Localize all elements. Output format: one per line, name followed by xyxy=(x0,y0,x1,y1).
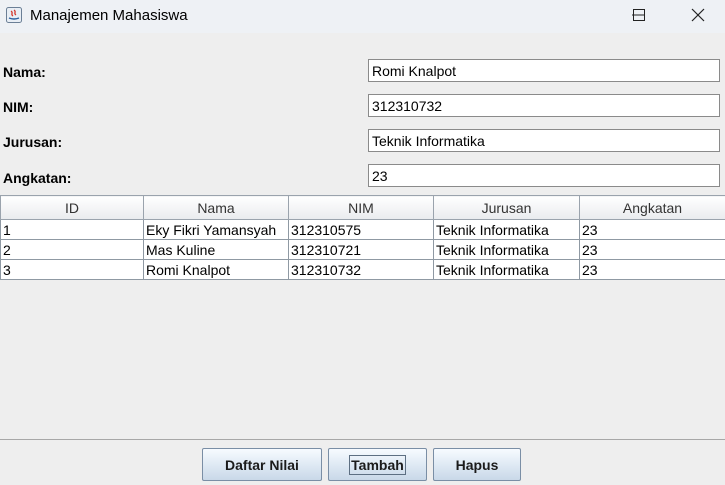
table-row[interactable]: 3 Romi Knalpot 312310732 Teknik Informat… xyxy=(0,259,725,280)
table-row[interactable]: 1 Eky Fikri Yamansyah 312310575 Teknik I… xyxy=(0,219,725,240)
angkatan-input[interactable] xyxy=(368,164,720,187)
cell-nama[interactable]: Romi Knalpot xyxy=(143,259,289,280)
cell-nim[interactable]: 312310721 xyxy=(288,239,434,260)
daftar-nilai-button[interactable]: Daftar Nilai xyxy=(202,448,322,481)
table-row[interactable]: 2 Mas Kuline 312310721 Teknik Informatik… xyxy=(0,239,725,260)
window-title: Manajemen Mahasiswa xyxy=(30,7,188,24)
button-panel-divider xyxy=(0,439,725,440)
column-header-nama[interactable]: Nama xyxy=(143,195,289,220)
hapus-label: Hapus xyxy=(455,456,499,473)
cell-angkatan[interactable]: 23 xyxy=(579,239,725,260)
angkatan-label: Angkatan: xyxy=(3,170,72,186)
column-header-jurusan[interactable]: Jurusan xyxy=(433,195,580,220)
maximize-icon xyxy=(633,9,645,21)
cell-nama[interactable]: Eky Fikri Yamansyah xyxy=(143,219,289,240)
data-grid: ID Nama NIM Jurusan Angkatan 1 Eky Fikri… xyxy=(0,195,725,280)
cell-nim[interactable]: 312310575 xyxy=(288,219,434,240)
column-header-nim[interactable]: NIM xyxy=(288,195,434,220)
cell-id[interactable]: 1 xyxy=(0,219,144,240)
cell-id[interactable]: 2 xyxy=(0,239,144,260)
hapus-button[interactable]: Hapus xyxy=(433,448,521,481)
table-header-row: ID Nama NIM Jurusan Angkatan xyxy=(0,195,725,220)
nama-label: Nama: xyxy=(3,64,46,80)
cell-jurusan[interactable]: Teknik Informatika xyxy=(433,259,580,280)
nama-input[interactable] xyxy=(368,59,720,82)
jurusan-label: Jurusan: xyxy=(3,134,63,150)
column-header-angkatan[interactable]: Angkatan xyxy=(579,195,725,220)
cell-angkatan[interactable]: 23 xyxy=(579,219,725,240)
title-bar[interactable]: Manajemen Mahasiswa xyxy=(0,0,725,33)
close-icon xyxy=(691,8,705,22)
nim-label: NIM: xyxy=(3,99,34,115)
maximize-button[interactable] xyxy=(616,0,662,30)
cell-jurusan[interactable]: Teknik Informatika xyxy=(433,239,580,260)
cell-id[interactable]: 3 xyxy=(0,259,144,280)
nim-input[interactable] xyxy=(368,94,720,117)
tambah-button[interactable]: Tambah xyxy=(328,448,427,481)
cell-nim[interactable]: 312310732 xyxy=(288,259,434,280)
jurusan-input[interactable] xyxy=(368,129,720,152)
cell-jurusan[interactable]: Teknik Informatika xyxy=(433,219,580,240)
close-button[interactable] xyxy=(675,0,721,30)
cell-angkatan[interactable]: 23 xyxy=(579,259,725,280)
tambah-label: Tambah xyxy=(349,454,406,475)
cell-nama[interactable]: Mas Kuline xyxy=(143,239,289,260)
daftar-nilai-label: Daftar Nilai xyxy=(225,456,299,473)
mahasiswa-table[interactable]: ID Nama NIM Jurusan Angkatan 1 Eky Fikri… xyxy=(0,195,725,281)
java-app-icon xyxy=(6,7,22,23)
column-header-id[interactable]: ID xyxy=(0,195,144,220)
